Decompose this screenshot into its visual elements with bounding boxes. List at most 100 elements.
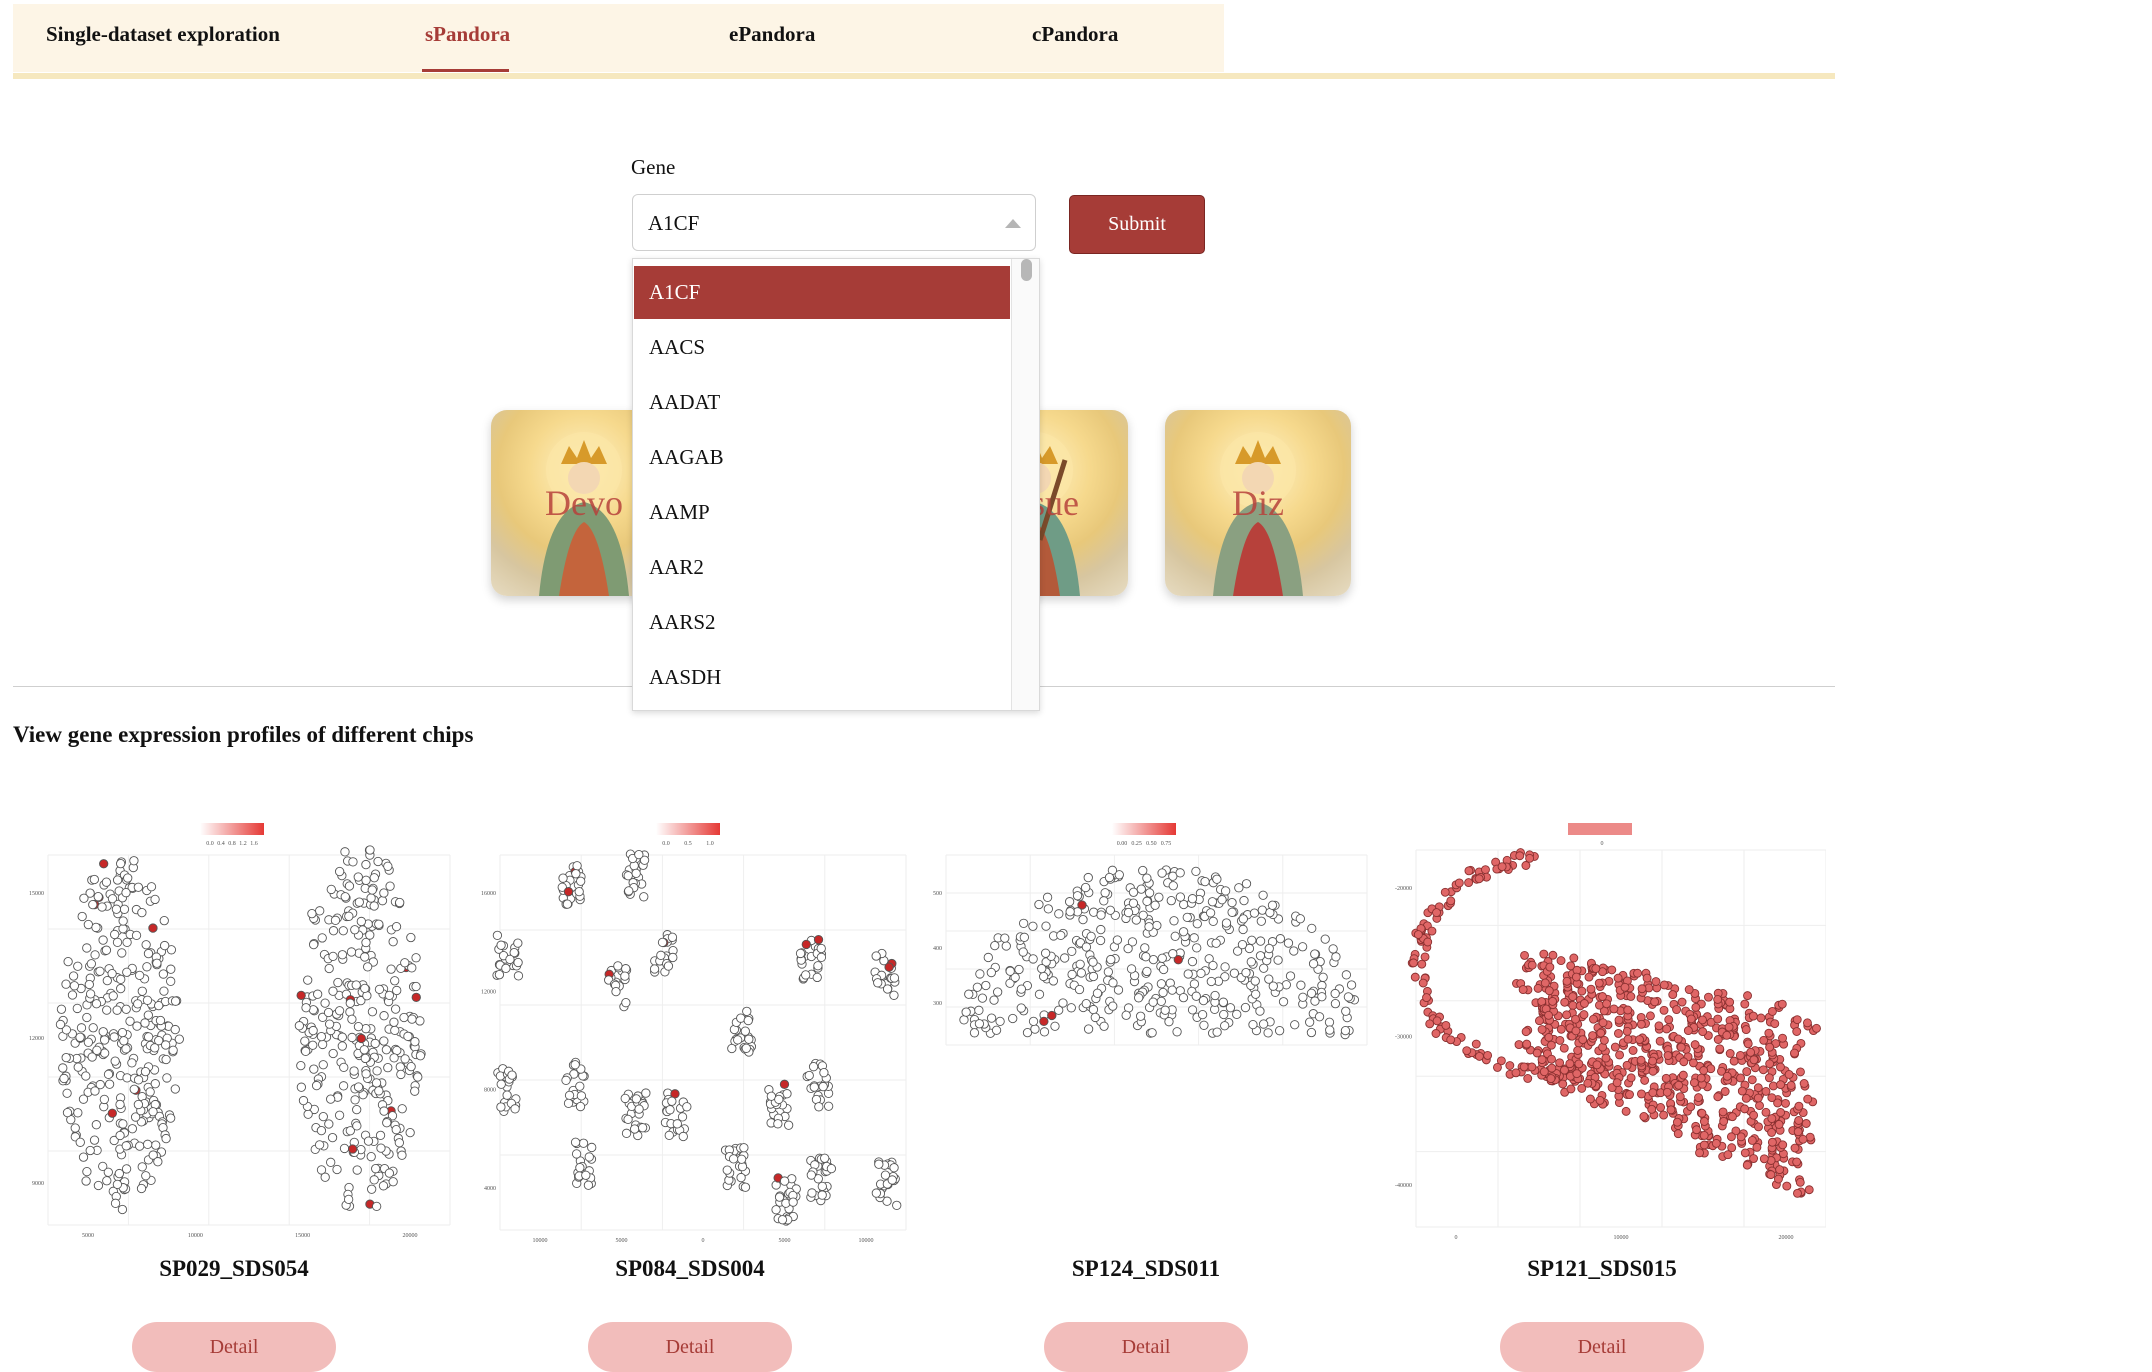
spot-point xyxy=(82,1012,92,1023)
dropdown-option[interactable]: AARS2 xyxy=(634,596,1010,649)
spot-point xyxy=(1795,1067,1805,1077)
spot-point xyxy=(1039,1016,1049,1027)
tab-single-dataset-exploration[interactable]: Single-dataset exploration xyxy=(46,22,280,47)
spot-point xyxy=(101,945,112,955)
dropdown-option[interactable]: AAR2 xyxy=(634,541,1010,594)
spot-point xyxy=(1761,1107,1771,1117)
spot-point xyxy=(1672,1117,1682,1127)
submit-button[interactable]: Submit xyxy=(1069,195,1205,254)
spot-point xyxy=(1591,964,1601,974)
spot-point xyxy=(1704,992,1713,1002)
spot-point xyxy=(378,1181,389,1191)
spot-point xyxy=(83,1037,94,1047)
spot-point xyxy=(1060,953,1070,963)
spot-point xyxy=(389,1017,399,1027)
spot-point xyxy=(1039,971,1049,982)
spot-point xyxy=(1636,1055,1646,1065)
spot-point xyxy=(1648,1056,1658,1066)
spot-point xyxy=(492,930,503,940)
spot-point xyxy=(143,1139,153,1149)
spot-point xyxy=(388,1177,398,1187)
spot-point xyxy=(1346,980,1357,990)
spot-point xyxy=(143,1032,154,1042)
spot-point xyxy=(779,1079,790,1089)
tab-epandora[interactable]: ePandora xyxy=(729,22,815,47)
tab-spandora[interactable]: sPandora xyxy=(425,22,510,47)
spot-point xyxy=(131,930,142,941)
spot-point xyxy=(1047,1010,1057,1021)
spot-point xyxy=(110,1056,120,1066)
spot-point xyxy=(1154,892,1164,902)
spot-point xyxy=(133,1099,144,1110)
spot-point xyxy=(1000,933,1010,943)
spot-point xyxy=(1481,865,1490,875)
spot-point xyxy=(961,1007,971,1017)
spot-point xyxy=(1147,1028,1157,1038)
gene-dropdown-list[interactable]: A1CF AACS AADAT AAGAB AAMP AAR2 AARS2 AA… xyxy=(632,258,1040,711)
spot-point xyxy=(1692,1125,1702,1135)
spot-point xyxy=(309,1064,319,1074)
gene-select-value[interactable]: A1CF xyxy=(648,211,699,236)
dropdown-option[interactable]: AACS xyxy=(634,321,1010,374)
spot-point xyxy=(122,967,132,977)
spot-point xyxy=(1142,873,1152,883)
legend-tick-label: 0.75 xyxy=(1161,841,1172,847)
spot-point xyxy=(1650,997,1660,1007)
spot-point xyxy=(1777,999,1787,1009)
spot-point xyxy=(301,1003,311,1013)
spot-point xyxy=(1088,1004,1099,1015)
dropdown-option[interactable]: AAGAB xyxy=(634,431,1010,484)
spot-point xyxy=(1283,938,1294,948)
spot-point xyxy=(1668,990,1678,1000)
spot-point xyxy=(1691,1002,1701,1012)
spot-point xyxy=(1758,1065,1768,1075)
category-card-diz[interactable]: Diz xyxy=(1165,410,1351,596)
detail-button[interactable]: Detail xyxy=(1044,1322,1248,1372)
spot-point xyxy=(1725,997,1735,1007)
spot-point xyxy=(1247,935,1257,945)
dropdown-scrollbar[interactable] xyxy=(1011,259,1039,710)
spatial-scatter-plot: 0.0 0.4 0.8 1.2 1.6 15000 12000 9000 5000 10000 15… xyxy=(29,823,451,1239)
spot-point xyxy=(974,1005,984,1015)
spot-point xyxy=(1571,972,1581,982)
spot-point xyxy=(1759,1154,1769,1164)
spot-point xyxy=(1560,997,1570,1007)
spot-point xyxy=(1454,878,1464,888)
dropdown-option[interactable]: AAMP xyxy=(634,486,1010,539)
spot-point xyxy=(1425,1019,1435,1029)
dropdown-option[interactable]: AADAT xyxy=(634,376,1010,429)
spot-point xyxy=(1723,1150,1733,1160)
spot-point xyxy=(1256,916,1266,926)
detail-button[interactable]: Detail xyxy=(588,1322,792,1372)
spot-point xyxy=(741,1043,751,1053)
tab-cpandora[interactable]: cPandora xyxy=(1032,22,1118,47)
spot-point xyxy=(1715,1044,1725,1054)
spot-point xyxy=(170,1084,180,1094)
y-tick-label: 400 xyxy=(933,946,942,952)
detail-button[interactable]: Detail xyxy=(1500,1322,1704,1372)
caret-up-icon[interactable] xyxy=(1005,219,1021,228)
spot-point xyxy=(93,892,103,902)
gene-select[interactable]: A1CF xyxy=(632,194,1036,251)
spot-point xyxy=(563,887,574,897)
spot-point xyxy=(1212,1027,1222,1037)
spot-point xyxy=(146,882,157,892)
spot-point xyxy=(403,1031,413,1041)
spot-point xyxy=(1562,1010,1572,1020)
spot-point xyxy=(743,1015,753,1026)
legend-tick-label: 0.5 xyxy=(684,841,692,847)
spot-point xyxy=(1749,1055,1759,1065)
spot-point xyxy=(1464,878,1474,888)
dropdown-option[interactable]: A1CF xyxy=(634,266,1010,319)
spot-point xyxy=(1678,1070,1688,1080)
spot-point xyxy=(300,1036,310,1046)
spot-point xyxy=(366,1152,376,1162)
spot-point xyxy=(1220,962,1230,972)
detail-button[interactable]: Detail xyxy=(132,1322,336,1372)
spot-point xyxy=(150,1043,160,1053)
spot-point xyxy=(1014,964,1024,975)
spot-point xyxy=(406,932,416,943)
dropdown-option[interactable]: AASDH xyxy=(634,651,1010,704)
spot-point xyxy=(353,872,363,882)
dropdown-scrollbar-thumb[interactable] xyxy=(1021,259,1032,281)
